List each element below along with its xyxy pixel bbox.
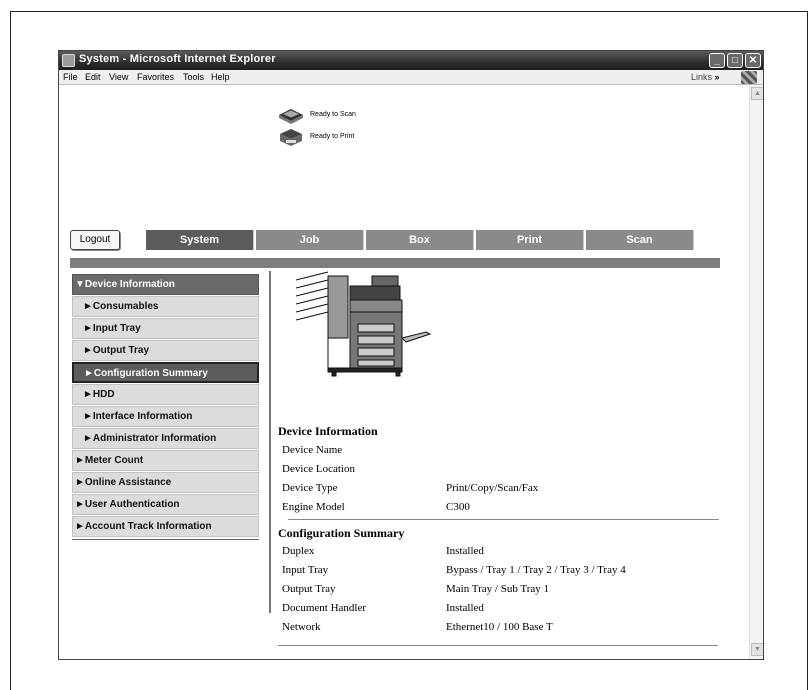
sidebar-item-configuration-summary[interactable]: ►Configuration Summary xyxy=(72,362,259,383)
sidebar-item-output-tray[interactable]: ►Output Tray xyxy=(72,340,259,361)
sidebar-item-consumables[interactable]: ►Consumables xyxy=(72,296,259,317)
duplex-value: Installed xyxy=(446,545,484,557)
tab-job[interactable]: Job xyxy=(256,230,364,250)
links-toolbar[interactable]: Links » xyxy=(691,72,720,82)
maximize-button[interactable]: □ xyxy=(727,53,743,68)
menu-bar: File Edit View Favorites Tools Help Link… xyxy=(59,70,763,85)
scroll-up-arrow-icon[interactable]: ▲ xyxy=(751,87,763,100)
sidebar-item-hdd[interactable]: ►HDD xyxy=(72,384,259,405)
engine-model-label: Engine Model xyxy=(282,501,345,513)
input-tray-label: Input Tray xyxy=(282,564,329,576)
tab-scan[interactable]: Scan xyxy=(586,230,694,250)
output-tray-label: Output Tray xyxy=(282,583,336,595)
logout-button[interactable]: Logout xyxy=(70,230,120,250)
content-divider xyxy=(269,271,271,613)
copier-illustration xyxy=(295,271,432,377)
windows-logo-icon xyxy=(741,71,757,84)
menu-help[interactable]: Help xyxy=(211,72,230,82)
window-title: System - Microsoft Internet Explorer xyxy=(79,53,276,65)
device-location-label: Device Location xyxy=(282,463,355,475)
sidebar-item-device-information[interactable]: ▼Device Information xyxy=(72,274,259,295)
device-name-label: Device Name xyxy=(282,444,343,456)
menu-tools[interactable]: Tools xyxy=(183,72,204,82)
section-divider xyxy=(288,519,719,520)
vertical-scrollbar[interactable]: ▲ ▼ xyxy=(749,85,763,659)
sidebar-nav: ▼Device Information ►Consumables ►Input … xyxy=(72,274,259,540)
duplex-label: Duplex xyxy=(282,545,315,557)
sidebar-item-online-assistance[interactable]: ►Online Assistance xyxy=(72,472,259,493)
device-type-label: Device Type xyxy=(282,482,338,494)
config-row: Duplex Installed xyxy=(278,545,718,561)
menu-edit[interactable]: Edit xyxy=(85,72,101,82)
config-row: Input Tray Bypass / Tray 1 / Tray 2 / Tr… xyxy=(278,564,718,580)
minimize-button[interactable]: _ xyxy=(709,53,725,68)
sidebar-item-administrator-information[interactable]: ►Administrator Information xyxy=(72,428,259,449)
sidebar-item-input-tray[interactable]: ►Input Tray xyxy=(72,318,259,339)
device-info-row: Engine Model C300 xyxy=(278,501,718,517)
device-info-title: Device Information xyxy=(278,424,378,438)
config-summary-title: Configuration Summary xyxy=(278,526,405,540)
device-info-row: Device Location xyxy=(278,463,718,479)
config-row: Document Handler Installed xyxy=(278,602,718,618)
device-info-row: Device Type Print/Copy/Scan/Fax xyxy=(278,482,718,498)
close-button[interactable]: ✕ xyxy=(745,53,761,68)
page-viewport: Ready to Scan Ready to Print Logout Syst… xyxy=(59,85,749,659)
links-chevron-icon[interactable]: » xyxy=(715,72,720,82)
browser-window: System - Microsoft Internet Explorer _ □… xyxy=(58,50,764,660)
header-separator-bar xyxy=(70,258,720,268)
printer-icon xyxy=(280,129,302,146)
menu-file[interactable]: File xyxy=(63,72,78,82)
ie-app-icon xyxy=(62,54,75,67)
sidebar-item-meter-count[interactable]: ►Meter Count xyxy=(72,450,259,471)
tab-box[interactable]: Box xyxy=(366,230,474,250)
main-tabs: System Job Box Print Scan xyxy=(146,230,697,250)
document-handler-label: Document Handler xyxy=(282,602,366,614)
device-type-value: Print/Copy/Scan/Fax xyxy=(446,482,539,494)
sidebar-bottom-divider xyxy=(72,539,259,540)
section-bottom-divider xyxy=(278,645,718,646)
links-label: Links xyxy=(691,72,713,82)
sidebar-item-account-track-information[interactable]: ►Account Track Information xyxy=(72,516,259,537)
scanner-icon xyxy=(279,109,303,124)
config-row: Network Ethernet10 / 100 Base T xyxy=(278,621,718,637)
menu-favorites[interactable]: Favorites xyxy=(137,72,174,82)
network-value: Ethernet10 / 100 Base T xyxy=(446,621,553,633)
network-label: Network xyxy=(282,621,321,633)
scroll-down-arrow-icon[interactable]: ▼ xyxy=(751,643,763,656)
document-handler-value: Installed xyxy=(446,602,484,614)
sidebar-item-interface-information[interactable]: ►Interface Information xyxy=(72,406,259,427)
config-row: Output Tray Main Tray / Sub Tray 1 xyxy=(278,583,718,599)
output-tray-value: Main Tray / Sub Tray 1 xyxy=(446,583,550,595)
menu-view[interactable]: View xyxy=(109,72,128,82)
printer-status-text: Ready to Print xyxy=(310,133,355,140)
tab-print[interactable]: Print xyxy=(476,230,584,250)
sidebar-item-user-authentication[interactable]: ►User Authentication xyxy=(72,494,259,515)
engine-model-value: C300 xyxy=(446,501,470,513)
tab-system[interactable]: System xyxy=(146,230,254,250)
device-info-row: Device Name xyxy=(278,444,718,460)
input-tray-value: Bypass / Tray 1 / Tray 2 / Tray 3 / Tray… xyxy=(446,564,626,576)
scanner-status-text: Ready to Scan xyxy=(310,111,356,118)
title-bar: System - Microsoft Internet Explorer _ □… xyxy=(59,51,763,70)
